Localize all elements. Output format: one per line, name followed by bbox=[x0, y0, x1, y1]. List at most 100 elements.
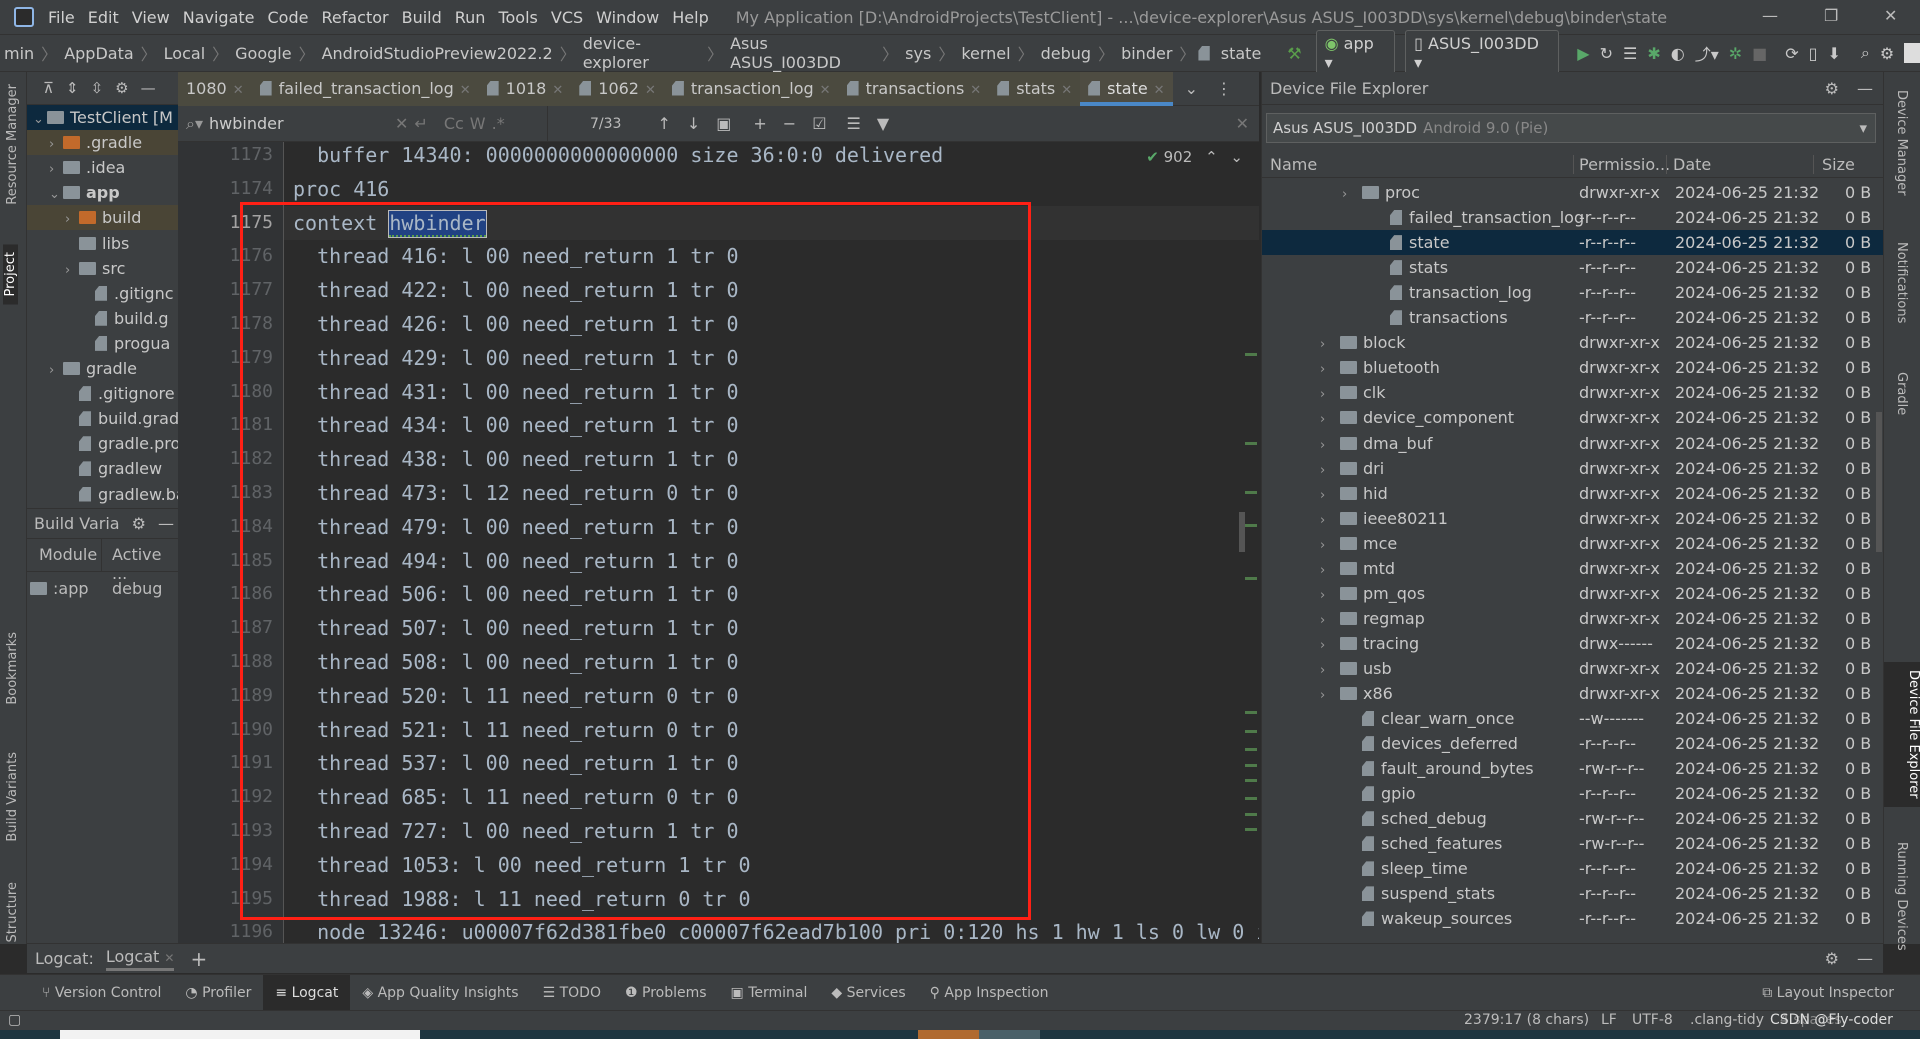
project-tree-item[interactable]: gradlew bbox=[27, 456, 162, 481]
menu-refactor[interactable]: Refactor bbox=[321, 8, 388, 27]
menu-vcs[interactable]: VCS bbox=[551, 8, 583, 27]
chevron-right-icon[interactable]: › bbox=[1320, 332, 1340, 357]
gradle-tab[interactable]: Gradle bbox=[1894, 372, 1909, 415]
file-row[interactable]: › device_component drwxr-xr-x 2024-06-25 21… bbox=[1262, 405, 1883, 430]
regex-toggle[interactable]: .* bbox=[492, 114, 505, 133]
file-row[interactable]: devices_deferred -r--r--r-- 2024-06-25 21:… bbox=[1262, 731, 1883, 756]
file-row[interactable]: › dri drwxr-xr-x 2024-06-25 21:32 0 B bbox=[1262, 456, 1883, 481]
chevron-right-icon[interactable]: › bbox=[1320, 407, 1340, 432]
project-tree-item[interactable]: progua bbox=[27, 331, 170, 356]
breadcrumb-item[interactable]: Local bbox=[160, 44, 209, 63]
build-variants-tab[interactable]: Build Variants bbox=[5, 752, 20, 842]
gear-icon[interactable]: ⚙ bbox=[1825, 79, 1839, 98]
chevron-right-icon[interactable]: › bbox=[1320, 608, 1340, 633]
file-row[interactable]: › bluetooth drwxr-xr-x 2024-06-25 21:32 0 B bbox=[1262, 355, 1883, 380]
device-manager-tab[interactable]: Device Manager bbox=[1894, 90, 1909, 196]
taskbar-app-icon[interactable] bbox=[979, 1030, 1040, 1039]
find-input[interactable]: hwbinder bbox=[209, 114, 389, 133]
chevron-right-icon[interactable]: › bbox=[1320, 357, 1340, 382]
menu-run[interactable]: Run bbox=[455, 8, 486, 27]
menu-build[interactable]: Build bbox=[402, 8, 442, 27]
file-row[interactable]: stats -r--r--r-- 2024-06-25 21:32 0 B bbox=[1262, 255, 1883, 280]
file-row[interactable]: suspend_stats -r--r--r-- 2024-06-25 21:32 0… bbox=[1262, 881, 1883, 906]
build-hammer-icon[interactable]: ⚒ bbox=[1287, 44, 1301, 63]
file-row[interactable]: › block drwxr-xr-x 2024-06-25 21:32 0 B bbox=[1262, 330, 1883, 355]
chevron-right-icon[interactable]: › bbox=[49, 358, 63, 383]
file-row[interactable]: › pm_qos drwxr-xr-x 2024-06-25 21:32 0 B bbox=[1262, 581, 1883, 606]
project-tree-item[interactable]: .gitignore bbox=[27, 381, 175, 406]
chevron-right-icon[interactable]: › bbox=[1320, 558, 1340, 583]
device-file-explorer-tab[interactable]: Device File Explorer bbox=[1884, 662, 1920, 807]
tool-window-logcat[interactable]: ≡ Logcat bbox=[263, 974, 351, 1011]
chevron-down-icon[interactable]: ⌄ bbox=[49, 182, 63, 207]
breadcrumb-item[interactable]: state bbox=[1217, 44, 1266, 63]
permissions-column-header[interactable]: Permissio... bbox=[1573, 155, 1670, 174]
close-tab-icon[interactable]: ✕ bbox=[1061, 83, 1072, 98]
chevron-right-icon[interactable]: › bbox=[1320, 658, 1340, 683]
debug-icon[interactable]: ✱ bbox=[1647, 44, 1660, 63]
open-in-window-icon[interactable]: ▣ bbox=[716, 114, 731, 133]
close-button[interactable]: ✕ bbox=[1884, 6, 1897, 25]
breadcrumb-item[interactable]: sys bbox=[901, 44, 935, 63]
breadcrumb-item[interactable]: AppData bbox=[60, 44, 137, 63]
variant-select[interactable]: debug bbox=[102, 579, 162, 598]
chevron-right-icon[interactable]: › bbox=[1320, 508, 1340, 533]
file-row[interactable]: › proc drwxr-xr-x 2024-06-25 21:32 0 B bbox=[1262, 180, 1883, 205]
editor-tab-transactions[interactable]: transactions ✕ bbox=[838, 71, 990, 106]
project-tab[interactable]: Project bbox=[3, 244, 18, 305]
chevron-right-icon[interactable]: › bbox=[65, 207, 79, 232]
gear-icon[interactable]: ⚙ bbox=[132, 514, 146, 533]
chevron-right-icon[interactable]: › bbox=[1320, 683, 1340, 708]
hide-icon[interactable]: — bbox=[158, 514, 174, 533]
close-tab-icon[interactable]: ✕ bbox=[164, 951, 174, 965]
project-tree-item[interactable]: › gradle bbox=[27, 356, 137, 381]
run-config-select[interactable]: ◉ app ▾ bbox=[1315, 30, 1396, 76]
filter-options-icon[interactable]: ☰ bbox=[847, 114, 861, 133]
next-highlight-icon[interactable]: ⌄ bbox=[1230, 148, 1243, 166]
breadcrumb-item[interactable]: min bbox=[0, 44, 38, 63]
tool-window-profiler[interactable]: ◔ Profiler bbox=[173, 975, 263, 1011]
editor-tab-state[interactable]: state ✕ bbox=[1080, 71, 1173, 106]
clang-tidy[interactable]: .clang-tidy bbox=[1690, 1012, 1764, 1028]
sdk-manager-icon[interactable]: ⬇ bbox=[1827, 44, 1840, 63]
chevron-right-icon[interactable]: › bbox=[1320, 458, 1340, 483]
chevron-right-icon[interactable]: › bbox=[65, 258, 79, 283]
file-row[interactable]: wakeup_sources -r--r--r-- 2024-06-25 21:32… bbox=[1262, 906, 1883, 931]
project-tree-item[interactable]: ⌄ TestClient [M bbox=[27, 105, 178, 130]
chevron-right-icon[interactable]: › bbox=[1342, 182, 1362, 207]
logcat-tab[interactable]: Logcat ✕ bbox=[105, 947, 175, 971]
tool-window-app-quality-insights[interactable]: ◈ App Quality Insights bbox=[350, 975, 530, 1011]
file-row[interactable]: › usb drwxr-xr-x 2024-06-25 21:32 0 B bbox=[1262, 656, 1883, 681]
file-row[interactable]: fault_around_bytes -rw-r--r-- 2024-06-25 2… bbox=[1262, 756, 1883, 781]
file-row[interactable]: › ieee80211 drwxr-xr-x 2024-06-25 21:32 0 B bbox=[1262, 506, 1883, 531]
file-row[interactable]: › clk drwxr-xr-x 2024-06-25 21:32 0 B bbox=[1262, 380, 1883, 405]
project-tree-item[interactable]: build.g bbox=[27, 306, 169, 331]
file-row[interactable]: transactions -r--r--r-- 2024-06-25 21:32 0 … bbox=[1262, 305, 1883, 330]
file-row[interactable]: sched_debug -rw-r--r-- 2024-06-25 21:32 0 B bbox=[1262, 806, 1883, 831]
module-column-header[interactable]: Module bbox=[27, 539, 102, 571]
file-row[interactable]: sleep_time -r--r--r-- 2024-06-25 21:32 0 B bbox=[1262, 856, 1883, 881]
menu-window[interactable]: Window bbox=[596, 8, 659, 27]
toggle-tool-windows-icon[interactable]: ▢ bbox=[8, 1012, 21, 1028]
menu-code[interactable]: Code bbox=[268, 8, 309, 27]
file-row[interactable]: failed_transaction_log -r--r--r-- 2024-06-… bbox=[1262, 205, 1883, 230]
menu-navigate[interactable]: Navigate bbox=[183, 8, 255, 27]
chevron-right-icon[interactable]: › bbox=[1320, 433, 1340, 458]
project-tree-item[interactable]: libs bbox=[27, 231, 129, 256]
project-tree-item[interactable]: ⌄ app bbox=[27, 180, 120, 205]
previous-highlight-icon[interactable]: ⌃ bbox=[1205, 148, 1218, 166]
project-tree-item[interactable]: .gitignc bbox=[27, 281, 174, 306]
close-tab-icon[interactable]: ✕ bbox=[970, 83, 981, 98]
chevron-right-icon[interactable]: › bbox=[1320, 533, 1340, 558]
maximize-button[interactable]: ❐ bbox=[1824, 6, 1838, 25]
close-tab-icon[interactable]: ✕ bbox=[233, 83, 244, 98]
whole-words-toggle[interactable]: W bbox=[470, 114, 486, 133]
project-tree-item[interactable]: build.grad bbox=[27, 406, 178, 431]
tool-window-problems[interactable]: ❶ Problems bbox=[613, 975, 719, 1011]
chevron-right-icon[interactable]: › bbox=[49, 157, 63, 182]
taskbar-app-icon[interactable] bbox=[918, 1030, 979, 1039]
breadcrumb-item[interactable]: debug bbox=[1037, 44, 1095, 63]
editor-tab-transaction-log[interactable]: transaction_log ✕ bbox=[663, 71, 839, 106]
structure-tab[interactable]: Structure bbox=[5, 882, 20, 942]
chevron-right-icon[interactable]: › bbox=[1320, 382, 1340, 407]
